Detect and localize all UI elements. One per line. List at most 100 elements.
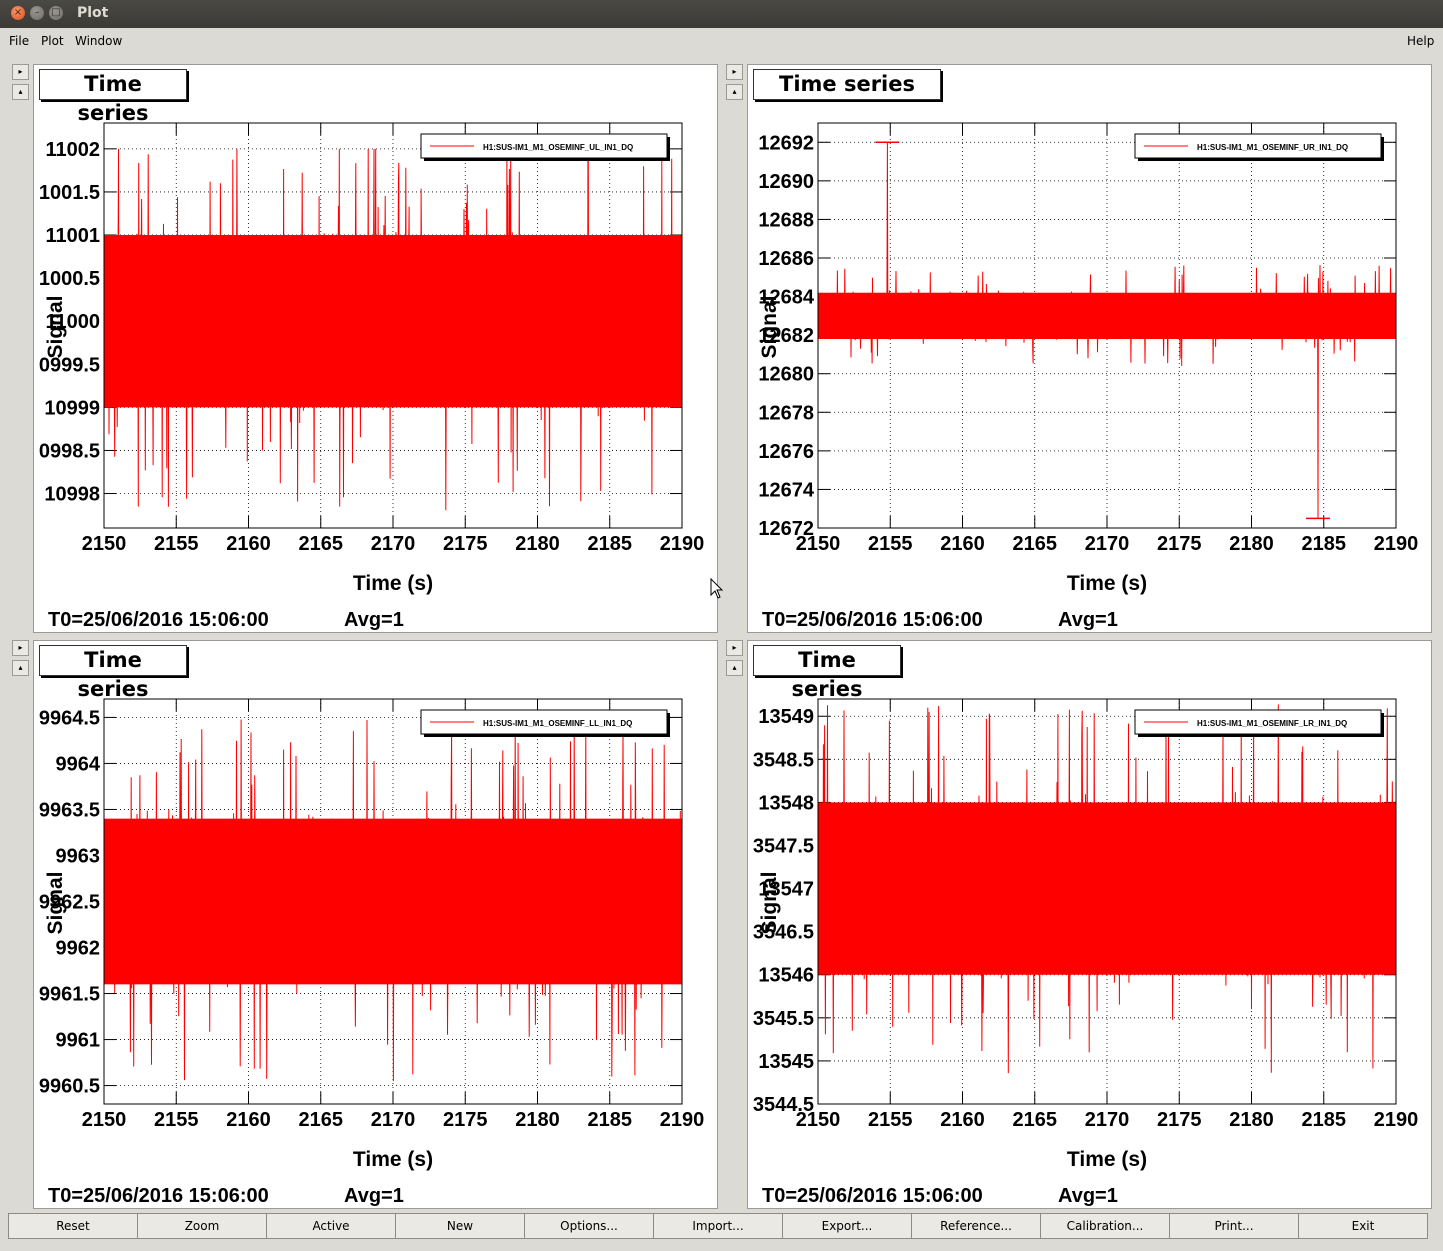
pad-label: Time series xyxy=(39,645,187,701)
pad-2-expand-icon[interactable]: ▸ xyxy=(726,64,743,80)
y-tick-label: 12674 xyxy=(758,479,814,501)
x-tick-label: 2175 xyxy=(1157,1109,1202,1131)
y-tick-label: 3545.5 xyxy=(753,1008,814,1030)
t0-label: T0=25/06/2016 15:06:00 xyxy=(48,1185,269,1207)
y-axis-title: Signal xyxy=(44,871,67,934)
x-tick-label: 2175 xyxy=(1157,533,1202,555)
t0-label: T0=25/06/2016 15:06:00 xyxy=(762,609,983,631)
pad-label: Time series xyxy=(753,645,901,701)
y-tick-label: 1000.5 xyxy=(39,268,100,290)
x-tick-label: 2155 xyxy=(154,1109,199,1131)
menu-help[interactable]: Help xyxy=(1407,34,1434,48)
minimize-window-icon[interactable]: – xyxy=(30,6,44,20)
legend-label: H1:SUS-IM1_M1_OSEMINF_LL_IN1_DQ xyxy=(483,719,632,728)
x-tick-label: 2190 xyxy=(1374,533,1419,555)
x-tick-label: 2150 xyxy=(796,1109,841,1131)
pad-4-collapse-icon[interactable]: ▴ xyxy=(726,660,743,676)
pad-1-expand-icon[interactable]: ▸ xyxy=(12,64,29,80)
legend[interactable]: H1:SUS-IM1_M1_OSEMINF_LL_IN1_DQ xyxy=(420,709,670,737)
reset-button[interactable]: Reset xyxy=(8,1213,138,1239)
avg-label: Avg=1 xyxy=(1058,1185,1118,1207)
plot-pad-ur[interactable]: 12692 12690 12688 12686 12684 12682 12680 12678… xyxy=(747,64,1432,633)
x-axis-title: Time (s) xyxy=(1067,1148,1147,1171)
y-tick-label: 11002 xyxy=(45,139,100,161)
x-tick-label: 2175 xyxy=(443,1109,488,1131)
y-tick-label: 12680 xyxy=(758,364,814,386)
exit-button[interactable]: Exit xyxy=(1298,1213,1428,1239)
export-button[interactable]: Export... xyxy=(782,1213,912,1239)
pad-label: Time series xyxy=(753,69,941,100)
pad-2-collapse-icon[interactable]: ▴ xyxy=(726,84,743,100)
y-axis-title: Signal xyxy=(758,871,781,934)
y-tick-label: 12692 xyxy=(758,132,814,154)
plot-svg: 135493548.5135483547.5135473546.51354635… xyxy=(753,698,1419,1207)
y-tick-label: 9964 xyxy=(56,753,101,775)
x-tick-label: 2160 xyxy=(226,533,271,555)
reference-button[interactable]: Reference... xyxy=(911,1213,1041,1239)
x-tick-label: 2170 xyxy=(1085,1109,1130,1131)
y-axis-title: Signal xyxy=(44,295,67,358)
x-tick-label: 2170 xyxy=(1085,533,1130,555)
new-button[interactable]: New xyxy=(395,1213,525,1239)
x-tick-label: 2180 xyxy=(515,1109,560,1131)
close-window-icon[interactable]: × xyxy=(11,6,25,20)
x-tick-label: 2185 xyxy=(588,533,633,555)
zoom-button[interactable]: Zoom xyxy=(137,1213,267,1239)
x-tick-label: 2180 xyxy=(1229,1109,1274,1131)
x-tick-label: 2185 xyxy=(1302,1109,1347,1131)
options-button[interactable]: Options... xyxy=(524,1213,654,1239)
plot-pad-lr[interactable]: 13549 3548.5 13548 3547.5 13547 3546.5 13546 35… xyxy=(747,640,1432,1209)
window-title: Plot xyxy=(77,5,109,21)
x-tick-label: 2160 xyxy=(226,1109,271,1131)
avg-label: Avg=1 xyxy=(1058,609,1118,631)
x-tick-label: 2185 xyxy=(1302,533,1347,555)
x-tick-label: 2170 xyxy=(371,533,416,555)
legend-label: H1:SUS-IM1_M1_OSEMINF_UR_IN1_DQ xyxy=(1197,143,1348,152)
y-tick-label: 9963.5 xyxy=(39,799,100,821)
y-tick-label: 10999 xyxy=(44,397,100,419)
plot-pad-ll[interactable]: 9964.5 9964 9963.5 9963 9962.5 9962 9961.5 9961… xyxy=(33,640,718,1209)
calibration-button[interactable]: Calibration... xyxy=(1040,1213,1170,1239)
x-tick-label: 2150 xyxy=(82,1109,127,1131)
plot-pad-ul[interactable]: 11002 1001.5 11001 1000.5 11000 0999.5 10999 09… xyxy=(33,64,718,633)
legend[interactable]: H1:SUS-IM1_M1_OSEMINF_UL_IN1_DQ xyxy=(420,133,670,161)
menu-window[interactable]: Window xyxy=(75,34,122,48)
import-button[interactable]: Import... xyxy=(653,1213,783,1239)
y-axis-title: Signal xyxy=(758,295,781,358)
t0-label: T0=25/06/2016 15:06:00 xyxy=(48,609,269,631)
x-tick-label: 2150 xyxy=(82,533,127,555)
legend-label: H1:SUS-IM1_M1_OSEMINF_UL_IN1_DQ xyxy=(483,143,633,152)
y-tick-label: 0998.5 xyxy=(39,440,100,462)
y-tick-label: 11001 xyxy=(45,225,100,247)
print-button[interactable]: Print... xyxy=(1169,1213,1299,1239)
pad-3-expand-icon[interactable]: ▸ xyxy=(12,640,29,656)
x-axis-title: Time (s) xyxy=(353,1148,433,1171)
y-tick-label: 3547.5 xyxy=(753,835,814,857)
y-tick-label: 9961 xyxy=(56,1030,101,1052)
y-tick-label: 13549 xyxy=(758,706,814,728)
x-tick-label: 2190 xyxy=(1374,1109,1419,1131)
t0-label: T0=25/06/2016 15:06:00 xyxy=(762,1185,983,1207)
pad-4-expand-icon[interactable]: ▸ xyxy=(726,640,743,656)
y-tick-label: 9963 xyxy=(56,845,101,867)
y-tick-label: 12690 xyxy=(758,171,814,193)
menu-plot[interactable]: Plot xyxy=(41,34,64,48)
x-tick-label: 2165 xyxy=(299,1109,344,1131)
pad-label: Time series xyxy=(39,69,187,125)
legend-label: H1:SUS-IM1_M1_OSEMINF_LR_IN1_DQ xyxy=(1197,719,1347,728)
x-tick-label: 2165 xyxy=(1013,533,1058,555)
x-tick-label: 2150 xyxy=(796,533,841,555)
x-tick-label: 2155 xyxy=(868,1109,913,1131)
x-tick-label: 2155 xyxy=(154,533,199,555)
maximize-window-icon[interactable]: □ xyxy=(49,6,63,20)
pad-1-collapse-icon[interactable]: ▴ xyxy=(12,84,29,100)
legend[interactable]: H1:SUS-IM1_M1_OSEMINF_UR_IN1_DQ xyxy=(1134,133,1384,161)
menu-file[interactable]: File xyxy=(9,34,29,48)
y-tick-label: 12688 xyxy=(758,209,814,231)
x-tick-label: 2190 xyxy=(660,533,705,555)
y-tick-label: 1001.5 xyxy=(39,182,100,204)
active-button[interactable]: Active xyxy=(266,1213,396,1239)
legend[interactable]: H1:SUS-IM1_M1_OSEMINF_LR_IN1_DQ xyxy=(1134,709,1384,737)
pad-3-collapse-icon[interactable]: ▴ xyxy=(12,660,29,676)
x-tick-label: 2160 xyxy=(940,533,985,555)
